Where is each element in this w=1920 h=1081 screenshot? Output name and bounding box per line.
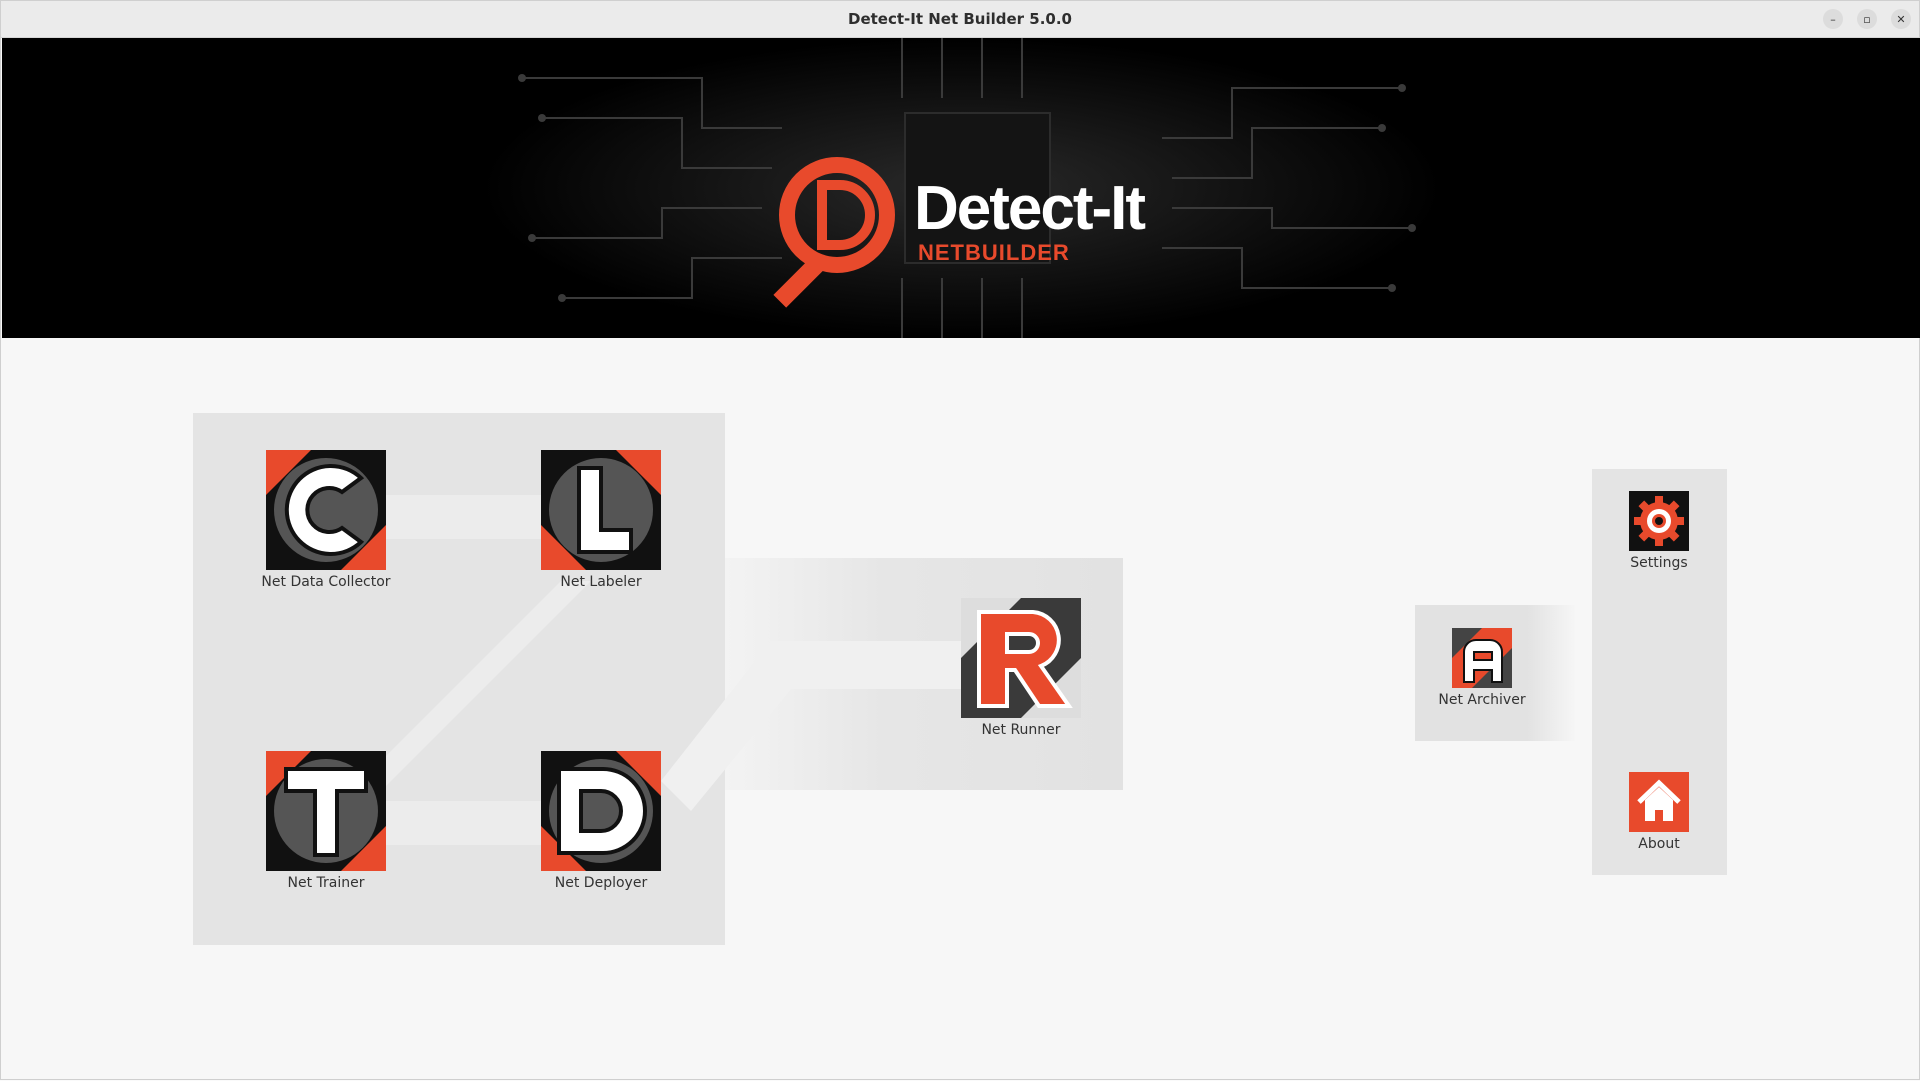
connector-deployer-runner xyxy=(661,641,963,811)
runner-label: Net Runner xyxy=(981,722,1061,738)
net-trainer-button[interactable]: Net Trainer xyxy=(256,751,396,891)
net-labeler-button[interactable]: Net Labeler xyxy=(531,450,671,590)
collector-icon xyxy=(266,450,386,570)
trainer-icon xyxy=(266,751,386,871)
about-label: About xyxy=(1638,836,1680,852)
labeler-icon xyxy=(541,450,661,570)
settings-label: Settings xyxy=(1630,555,1688,571)
gear-icon xyxy=(1629,491,1689,551)
archiver-label: Net Archiver xyxy=(1438,692,1526,708)
runner-icon xyxy=(961,598,1081,718)
net-archiver-button[interactable]: Net Archiver xyxy=(1427,628,1537,708)
deployer-label: Net Deployer xyxy=(554,875,648,891)
connector-collector-labeler xyxy=(386,495,543,539)
trainer-label: Net Trainer xyxy=(287,875,365,891)
labeler-label: Net Labeler xyxy=(560,574,642,590)
collector-label: Net Data Collector xyxy=(261,574,391,590)
settings-button[interactable]: Settings xyxy=(1609,491,1709,571)
net-data-collector-button[interactable]: Net Data Collector xyxy=(256,450,396,590)
connector-trainer-deployer xyxy=(386,801,543,845)
deployer-icon xyxy=(541,751,661,871)
home-icon xyxy=(1629,772,1689,832)
archiver-icon xyxy=(1452,628,1512,688)
net-runner-button[interactable]: Net Runner xyxy=(951,598,1091,738)
net-deployer-button[interactable]: Net Deployer xyxy=(531,751,671,891)
about-button[interactable]: About xyxy=(1609,772,1709,852)
app-window: Detect-It Net Builder 5.0.0 – ▫ ✕ Detect… xyxy=(0,0,1920,1080)
